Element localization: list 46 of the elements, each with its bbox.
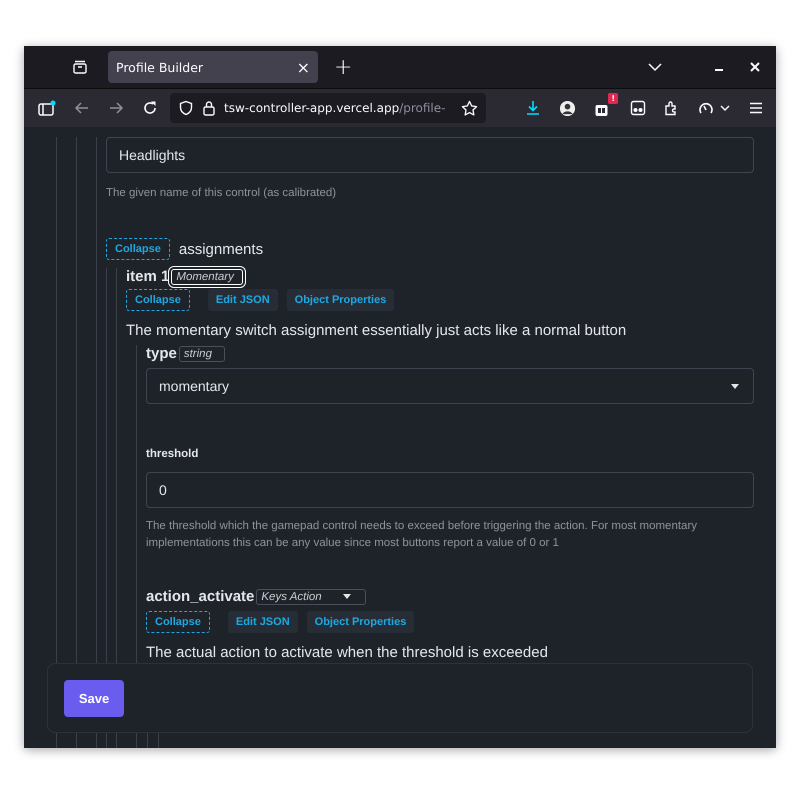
- gauge-icon[interactable]: [698, 100, 714, 116]
- menu-icon[interactable]: [748, 100, 764, 116]
- close-icon[interactable]: [750, 62, 760, 72]
- new-tab-button[interactable]: +: [334, 54, 352, 80]
- download-icon[interactable]: [525, 100, 541, 116]
- tab-title: Profile Builder: [116, 60, 204, 74]
- mask-icon[interactable]: [630, 100, 646, 116]
- item-title: item 1: [126, 268, 170, 285]
- avatar-icon[interactable]: [559, 100, 576, 116]
- reload-icon[interactable]: [142, 100, 158, 116]
- action-button[interactable]: Edit JSON: [228, 611, 298, 633]
- value-select[interactable]: momentary: [146, 368, 754, 404]
- threshold-field[interactable]: 0: [146, 472, 754, 508]
- type-select[interactable]: Keys Action: [256, 588, 366, 604]
- save-button[interactable]: Save: [64, 680, 124, 716]
- description: The momentary switch assignment essentially just acts like a normal button: [126, 322, 628, 339]
- action-button[interactable]: Edit JSON: [208, 289, 278, 311]
- field-label: threshold: [146, 448, 200, 460]
- chevron-down-icon[interactable]: [720, 103, 730, 113]
- property-name: action_activate: [146, 588, 254, 605]
- address-bar[interactable]: tsw-controller-app.vercel.app/profile-: [170, 93, 486, 123]
- sidebar-icon[interactable]: [38, 100, 56, 116]
- browser-tab[interactable]: Profile Builder ×: [108, 51, 318, 83]
- name-field[interactable]: Headlights: [106, 137, 754, 173]
- forward-icon[interactable]: [108, 100, 124, 116]
- notification-badge: !: [608, 93, 618, 104]
- star-icon[interactable]: [461, 100, 478, 116]
- caret-icon: [731, 384, 739, 388]
- shield-icon[interactable]: [178, 100, 194, 116]
- tab-list-icon[interactable]: [72, 59, 88, 75]
- lock-icon[interactable]: [202, 100, 216, 116]
- type-select[interactable]: string: [178, 346, 225, 362]
- caret-icon: [343, 594, 352, 599]
- action-button[interactable]: Object Properties: [286, 289, 394, 311]
- section-title: assignments: [178, 240, 264, 258]
- back-icon[interactable]: [74, 100, 90, 116]
- collapse-button[interactable]: Collapse: [106, 238, 170, 260]
- description: The actual action to activate when the threshold is exceeded: [146, 644, 549, 661]
- url-text: tsw-controller-app.vercel.app/profile-: [224, 101, 446, 115]
- collapse-button[interactable]: Collapse: [146, 611, 210, 633]
- property-name: type: [146, 345, 177, 362]
- help-text: The threshold which the gamepad control needs to exceed before triggering the action. For most momentary implementations this can be any value since most buttons report a value of 0 or 1: [146, 519, 698, 551]
- collapse-button[interactable]: Collapse: [126, 289, 190, 311]
- tab-close-button[interactable]: ×: [296, 58, 310, 76]
- action-button[interactable]: Object Properties: [306, 611, 414, 633]
- help-text: The given name of this control (as calibrated): [106, 186, 338, 201]
